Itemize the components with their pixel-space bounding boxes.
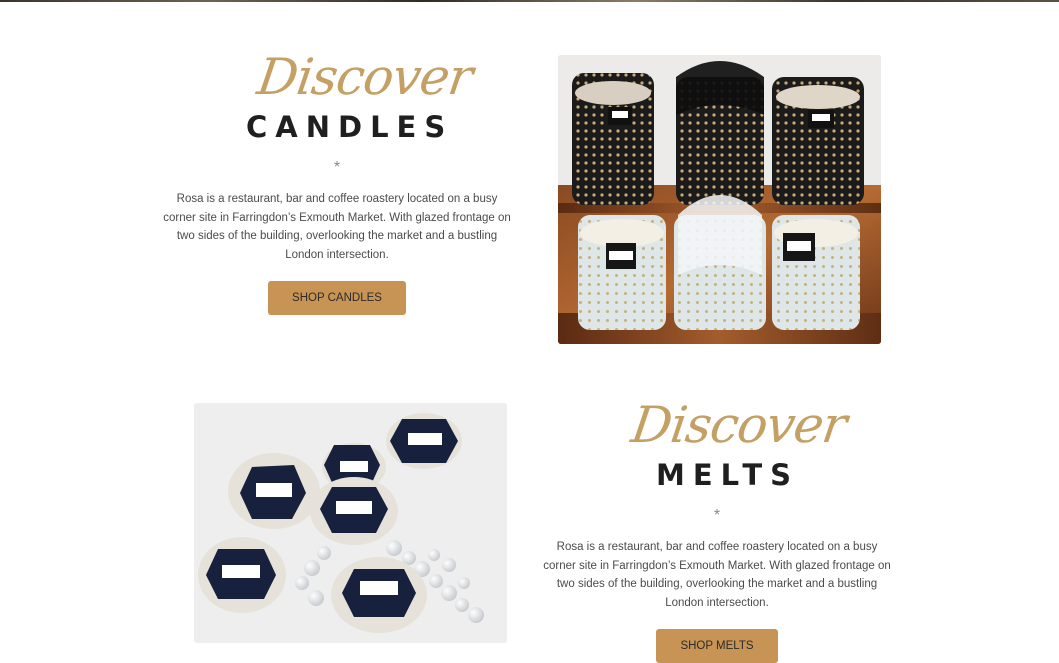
melts-script-title: Discover [627, 396, 850, 454]
melts-photo [194, 403, 507, 643]
melts-text-block: Discover MELTS * Rosa is a restaurant, b… [540, 396, 894, 663]
candles-script-title: Discover [253, 48, 476, 106]
candles-heading: Discover CANDLES [160, 48, 514, 144]
top-image-strip [0, 0, 1059, 2]
shop-melts-button[interactable]: SHOP MELTS [656, 629, 778, 663]
shop-candles-button[interactable]: SHOP CANDLES [268, 281, 406, 315]
melts-description: Rosa is a restaurant, bar and coffee roa… [543, 541, 891, 609]
melts-title: MELTS [656, 458, 800, 492]
candles-photo [558, 55, 881, 344]
candles-description: Rosa is a restaurant, bar and coffee roa… [163, 193, 511, 261]
candles-divider: * [333, 159, 341, 176]
melts-divider: * [713, 507, 721, 524]
melts-heading: Discover MELTS [540, 396, 894, 492]
candles-text-block: Discover CANDLES * Rosa is a restaurant,… [160, 48, 514, 315]
candles-title: CANDLES [246, 110, 454, 144]
